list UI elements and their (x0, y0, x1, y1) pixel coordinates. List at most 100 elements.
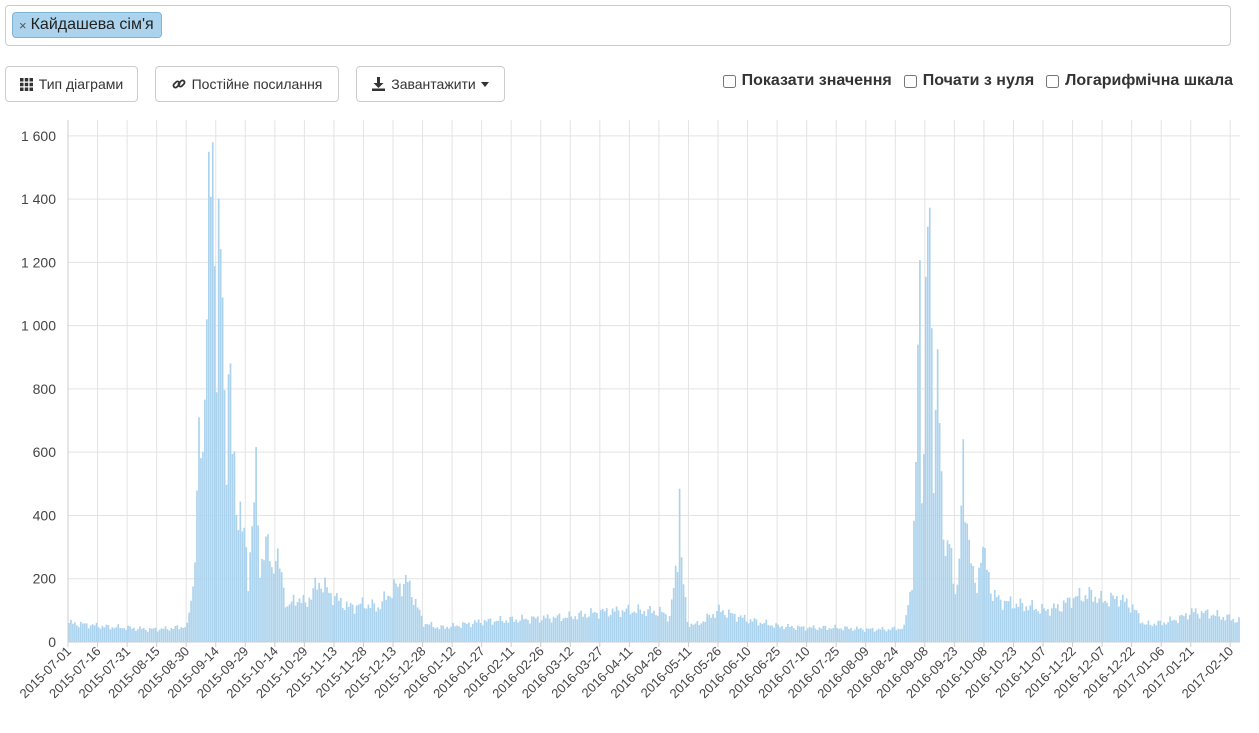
bar (584, 613, 586, 642)
bar (1102, 602, 1104, 642)
bar (186, 622, 189, 642)
bar (554, 618, 557, 642)
bar (930, 328, 933, 642)
bar (885, 631, 888, 642)
pageviews-chart: 02004006008001 0001 2001 4001 6002015-07… (16, 120, 1240, 701)
bar (156, 631, 159, 642)
bar (923, 454, 925, 642)
bar (787, 623, 789, 642)
bar (1112, 595, 1114, 642)
bar (1216, 610, 1219, 642)
bar (79, 621, 82, 642)
show-values-checkbox[interactable] (722, 74, 736, 88)
bar (684, 597, 687, 642)
bar (653, 610, 655, 642)
bar (1155, 625, 1158, 642)
bar (135, 630, 137, 642)
bar (363, 608, 366, 642)
bar (269, 561, 271, 642)
remove-tag-icon[interactable]: × (19, 18, 27, 33)
bar (328, 592, 330, 642)
bar (668, 616, 671, 642)
bar (605, 608, 608, 642)
bar (940, 471, 943, 642)
bar (741, 617, 744, 642)
bar (991, 600, 994, 642)
bar (1121, 594, 1124, 642)
show-values-option[interactable]: Показати значення (722, 72, 892, 90)
y-tick-label: 600 (33, 444, 57, 460)
bar (542, 615, 545, 642)
bar (436, 627, 439, 642)
bar (822, 625, 825, 642)
bar (525, 618, 527, 642)
bar (893, 626, 896, 642)
bar (1066, 597, 1069, 642)
bar (724, 615, 726, 642)
bar (859, 628, 862, 642)
bar (915, 461, 917, 642)
bar (105, 624, 108, 642)
bar (290, 601, 293, 642)
bar (154, 627, 157, 642)
bar (259, 577, 261, 642)
bar (416, 607, 419, 642)
bar (202, 451, 204, 642)
bar (785, 626, 787, 642)
bar (1041, 604, 1043, 642)
chart-type-button[interactable]: Тип діаграми (5, 66, 138, 102)
bar (806, 628, 809, 642)
bar (440, 625, 443, 642)
bar (753, 618, 756, 642)
bar (702, 621, 705, 642)
bar (1161, 625, 1164, 642)
bar (1139, 623, 1142, 642)
bar (452, 622, 454, 642)
download-button[interactable]: Завантажити (356, 66, 505, 102)
bar (905, 615, 907, 642)
start-zero-option[interactable]: Почати з нуля (903, 72, 1034, 90)
bar (578, 612, 580, 642)
bar (1098, 598, 1100, 642)
bar (1051, 608, 1053, 642)
tag-label: Кайдашева сім'я (30, 16, 154, 33)
bar (836, 628, 839, 642)
bar (641, 613, 644, 642)
bar (162, 628, 165, 642)
bar (536, 616, 539, 642)
bar (1090, 589, 1093, 642)
bar (458, 626, 460, 642)
bar (846, 626, 848, 642)
log-scale-checkbox[interactable] (1046, 74, 1060, 88)
start-zero-checkbox[interactable] (903, 74, 917, 88)
bar (1080, 600, 1083, 642)
permalink-button[interactable]: Постійне посилання (155, 66, 339, 102)
bar (909, 591, 911, 642)
bar (765, 619, 768, 642)
bar (599, 610, 602, 642)
bar (430, 621, 433, 642)
bar (1007, 601, 1010, 642)
download-label: Завантажити (391, 76, 476, 92)
bar (932, 493, 935, 642)
bar (133, 627, 135, 642)
bar (574, 616, 577, 642)
y-tick-label: 800 (33, 381, 57, 397)
bar (196, 490, 198, 642)
bar (1035, 608, 1037, 642)
bar (867, 628, 870, 642)
bar (107, 625, 110, 642)
bar (1092, 601, 1095, 642)
bar (1108, 606, 1110, 642)
search-input[interactable]: × Кайдашева сім'я (5, 5, 1231, 46)
bar (716, 611, 718, 642)
log-scale-option[interactable]: Логарифмічна шкала (1046, 72, 1233, 90)
show-values-label: Показати значення (741, 72, 892, 89)
bar (274, 560, 277, 642)
bar (889, 630, 892, 642)
bar (215, 392, 218, 642)
bar (1173, 619, 1175, 642)
bar (1060, 611, 1063, 642)
bar (655, 615, 657, 642)
bar (444, 628, 447, 642)
